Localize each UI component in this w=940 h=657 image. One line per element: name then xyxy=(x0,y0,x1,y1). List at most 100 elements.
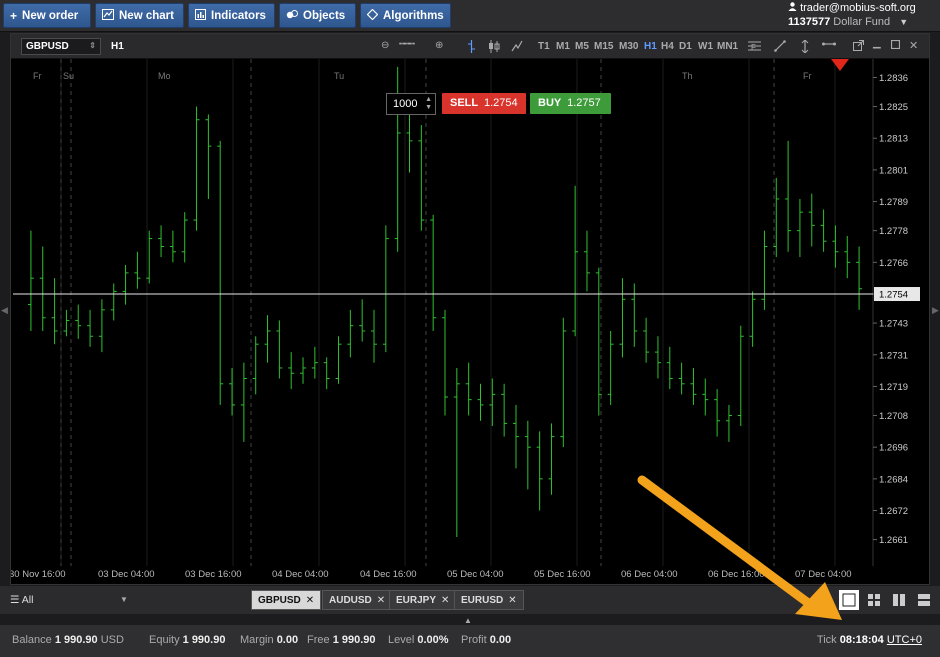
minimize-icon[interactable]: ▁ xyxy=(873,38,881,49)
indicators-button[interactable]: Indicators xyxy=(188,3,275,28)
ohlc-bar xyxy=(335,336,342,384)
buy-button[interactable]: BUY 1.2757 xyxy=(530,93,611,114)
ohlc-bar xyxy=(323,357,330,390)
timeframe-mn1[interactable]: MN1 xyxy=(717,41,738,52)
ohlc-bar xyxy=(252,336,259,395)
layout-rows-icon xyxy=(918,594,930,606)
timeframe-m30[interactable]: M30 xyxy=(619,41,638,52)
chart-tab-label: AUDUSD xyxy=(329,595,372,606)
timeframe-t1[interactable]: T1 xyxy=(538,41,550,52)
trendline-tool-icon[interactable] xyxy=(774,40,786,55)
zoom-slider-icon[interactable]: ╍╍╍ xyxy=(399,39,415,50)
timeframe-d1[interactable]: D1 xyxy=(679,41,692,52)
close-tab-icon[interactable]: ✕ xyxy=(441,595,449,606)
left-panel-toggle-icon[interactable]: ◀ xyxy=(1,305,8,316)
close-tab-icon[interactable]: ✕ xyxy=(508,595,516,606)
close-chart-icon[interactable]: ✕ xyxy=(909,39,918,52)
ohlc-bar xyxy=(110,283,117,321)
y-tick-label: 1.2661 xyxy=(879,535,908,546)
ohlc-bar xyxy=(359,299,366,342)
y-tick-label: 1.2743 xyxy=(879,319,908,330)
horizontal-line-tool-icon[interactable] xyxy=(822,40,836,51)
objects-button[interactable]: Objects xyxy=(279,3,356,28)
balance-value: 1 990.90 xyxy=(54,634,98,646)
chart-filter-select[interactable]: ☰ All ▼ xyxy=(10,594,130,606)
y-tick-label: 1.2778 xyxy=(879,226,908,237)
zoom-in-icon[interactable]: ⊕ xyxy=(435,40,443,51)
quantity-spinner-icon[interactable]: ▲ ▼ xyxy=(425,96,432,112)
ohlc-bar xyxy=(288,352,295,390)
chart-tab-audusd[interactable]: AUDUSD ✕ xyxy=(322,590,393,610)
timeframe-m15[interactable]: M15 xyxy=(594,41,613,52)
profit-status: Profit 0.00 xyxy=(461,634,511,646)
chart-tab-label: EURUSD xyxy=(461,595,504,606)
ohlc-bar xyxy=(536,431,543,511)
zoom-out-icon[interactable]: ⊖ xyxy=(381,40,389,51)
ohlc-bar xyxy=(98,299,105,353)
account-fund-name: Dollar Fund xyxy=(833,16,891,28)
ohlc-bar xyxy=(240,362,247,442)
indicators-label: Indicators xyxy=(211,9,266,22)
sell-button[interactable]: SELL 1.2754 xyxy=(442,93,526,114)
day-label: Fr xyxy=(33,71,42,81)
ohlc-bar xyxy=(465,362,472,416)
ohlc-bar xyxy=(75,304,82,339)
close-tab-icon[interactable]: ✕ xyxy=(377,595,385,606)
timeframe-h1[interactable]: H1 xyxy=(644,41,657,52)
y-tick-label: 1.2708 xyxy=(879,411,908,422)
chart-tab-eurjpy[interactable]: EURJPY ✕ xyxy=(389,590,457,610)
right-panel-toggle-icon[interactable]: ▶ xyxy=(932,305,939,316)
ohlc-bar xyxy=(169,230,176,263)
layout-columns-icon xyxy=(893,594,905,606)
panel-toggle-icon[interactable]: ▲ xyxy=(464,616,472,625)
ohlc-bar xyxy=(371,309,378,363)
list-icon: ☰ xyxy=(10,594,20,606)
ohlc-bar xyxy=(643,317,650,363)
ohlc-bar xyxy=(725,404,732,442)
algorithms-button[interactable]: Algorithms xyxy=(360,3,451,28)
layout-grid-button[interactable] xyxy=(864,590,884,610)
layout-columns-button[interactable] xyxy=(889,590,909,610)
timeframe-m5[interactable]: M5 xyxy=(575,41,589,52)
ohlc-bar xyxy=(27,230,34,331)
ohlc-bar xyxy=(63,309,70,337)
detach-window-icon[interactable] xyxy=(853,40,864,54)
line-chart-type-icon[interactable] xyxy=(511,40,523,55)
ohlc-bar xyxy=(382,225,389,353)
order-quantity-input[interactable]: 1000 ▲ ▼ xyxy=(386,93,436,115)
symbol-select[interactable]: GBPUSD ⇕ xyxy=(21,38,101,55)
ohlc-bar xyxy=(442,309,448,416)
annotation-arrow-icon xyxy=(637,475,842,620)
bar-chart-icon xyxy=(195,9,206,22)
new-order-button[interactable]: + New order xyxy=(3,3,91,28)
candlestick-chart-type-icon[interactable] xyxy=(488,40,500,56)
buy-label: BUY xyxy=(538,97,562,109)
margin-label: Margin xyxy=(240,634,274,646)
ohlc-bar xyxy=(51,278,58,345)
new-chart-button[interactable]: New chart xyxy=(95,3,184,28)
ohlc-bar xyxy=(808,193,815,247)
y-tick-label: 1.2696 xyxy=(879,443,908,454)
timeframe-w1[interactable]: W1 xyxy=(698,41,713,52)
chart-tab-eurusd[interactable]: EURUSD ✕ xyxy=(454,590,524,610)
timezone-select[interactable]: UTC+0 xyxy=(887,634,922,646)
chart-tab-gbpusd[interactable]: GBPUSD ✕ xyxy=(251,590,322,610)
ohlc-bar xyxy=(785,140,792,252)
user-account-menu[interactable]: trader@mobius-soft.org 1137577 Dollar Fu… xyxy=(788,1,934,29)
bar-chart-type-icon[interactable] xyxy=(467,40,476,56)
close-tab-icon[interactable]: ✕ xyxy=(306,595,314,606)
diamond-icon xyxy=(366,8,379,22)
ohlc-bar xyxy=(654,336,661,379)
timeframe-m1[interactable]: M1 xyxy=(556,41,570,52)
maximize-icon[interactable] xyxy=(890,39,901,52)
plus-icon: + xyxy=(10,8,18,23)
current-price-label: 1.2754 xyxy=(879,290,908,301)
vertical-line-tool-icon[interactable] xyxy=(801,39,809,56)
layout-rows-button[interactable] xyxy=(914,590,934,610)
fibonacci-tool-icon[interactable]: F xyxy=(748,40,761,55)
account-dropdown-icon[interactable]: ▼ xyxy=(899,17,908,27)
ohlc-bar xyxy=(702,378,709,416)
timeframe-h4[interactable]: H4 xyxy=(661,41,674,52)
ohlc-bar xyxy=(548,423,555,495)
equity-label: Equity xyxy=(149,634,180,646)
